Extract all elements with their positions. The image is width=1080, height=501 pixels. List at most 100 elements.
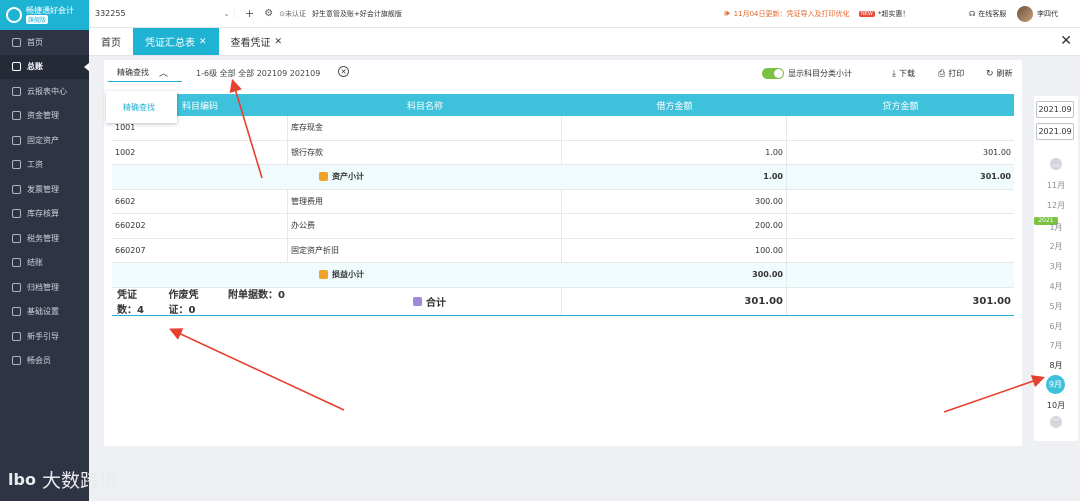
table-row[interactable]: 1001 库存现金: [112, 116, 1014, 141]
table-row[interactable]: 6602 管理费用 300.00: [112, 189, 1014, 214]
speaker-icon: 🕪: [724, 8, 730, 19]
vip-icon: [12, 356, 21, 366]
user-menu[interactable]: 李四代: [1017, 5, 1058, 22]
account-name: 库存现金: [288, 116, 562, 140]
sidebar-item-label: 库存核算: [27, 209, 59, 219]
tab-1[interactable]: 凭证汇总表 ✕: [133, 28, 219, 55]
footer-debit: 301.00: [562, 287, 787, 315]
table-header: 科目编码 科目名称 借方金额 贷方金额: [112, 94, 1014, 116]
header-debit: 借方金额: [656, 101, 693, 112]
dropdown-item-precise-search[interactable]: 精确查找: [123, 102, 155, 113]
promo-link[interactable]: 好生意管及账+好会计旗舰版: [312, 9, 402, 19]
table-row[interactable]: 660202 办公费 200.00: [112, 214, 1014, 239]
month-9[interactable]: 9月: [1046, 375, 1065, 394]
sidebar-item-asset[interactable]: 固定资产: [0, 128, 89, 153]
sidebar-item-vip[interactable]: 畅会员: [0, 349, 89, 374]
chevron-down-icon[interactable]: ﹀: [1050, 416, 1062, 428]
subtotal-icon: [319, 270, 328, 280]
funds-icon: [12, 111, 21, 121]
tab-0[interactable]: 首页: [89, 28, 133, 55]
start-period[interactable]: 2021.09: [1036, 101, 1074, 118]
month-10[interactable]: 10月: [1034, 400, 1078, 411]
tab-list: 首页 凭证汇总表 ✕ 查看凭证 ✕: [89, 28, 294, 55]
sidebar-item-home[interactable]: 首页: [0, 30, 89, 55]
subtotal-credit: 301.00: [980, 172, 1011, 182]
sidebar-item-label: 归档管理: [27, 282, 59, 292]
sidebar-item-label: 资金管理: [27, 111, 59, 121]
sidebar-item-ledger[interactable]: 总账: [0, 54, 89, 79]
sidebar-item-invoice[interactable]: 发票管理: [0, 177, 89, 202]
header-credit: 贷方金额: [882, 101, 919, 112]
month-2[interactable]: 2月: [1034, 241, 1078, 252]
month-6[interactable]: 6月: [1034, 321, 1078, 332]
home-icon: [12, 37, 21, 47]
sidebar-item-tax[interactable]: 税务管理: [0, 226, 89, 251]
salary-icon: [12, 160, 21, 170]
toggle-switch[interactable]: [762, 68, 784, 79]
total-icon: [413, 296, 422, 306]
logo-title: 畅捷通好会计: [26, 5, 74, 15]
precise-search-toggle[interactable]: 精确查找 ︿: [108, 64, 182, 82]
chevron-up-icon[interactable]: ︿: [1050, 158, 1062, 170]
download-button[interactable]: ⤓ 下载: [892, 68, 915, 79]
month-prev-0[interactable]: 11月: [1034, 180, 1078, 191]
month-8[interactable]: 8月: [1034, 360, 1078, 371]
report-toolbar: 精确查找 ︿ 1-6级 全部 全部 202109 202109 ✕ 显示科目分类…: [104, 60, 1022, 86]
refresh-button[interactable]: ↻ 刷新: [986, 68, 1013, 79]
subtotal-toggle[interactable]: 显示科目分类小计: [762, 68, 852, 79]
table-row[interactable]: 1002 银行存款 1.00 301.00: [112, 140, 1014, 165]
gear-icon[interactable]: ⚙: [264, 8, 273, 19]
update-notice[interactable]: 🕪 11月04日更新：凭证导入及打印优化: [724, 9, 850, 19]
tab-2[interactable]: 查看凭证 ✕: [219, 28, 295, 55]
sidebar-item-label: 固定资产: [27, 135, 59, 145]
credit-amount: [787, 190, 1014, 214]
company-select[interactable]: 332255 ⌄: [93, 9, 235, 18]
clear-filter-icon[interactable]: ✕: [338, 66, 349, 77]
sidebar-item-archive[interactable]: 归档管理: [0, 275, 89, 300]
sidebar-item-label: 总账: [27, 62, 43, 72]
sidebar-item-inventory[interactable]: 库存核算: [0, 202, 89, 227]
sidebar-item-funds[interactable]: 资金管理: [0, 104, 89, 129]
tab-label: 查看凭证: [230, 38, 271, 49]
credit-amount: [787, 116, 1014, 140]
header-name: 科目名称: [406, 101, 443, 112]
table-body: 1001 库存现金 1002 银行存款 1.00 301.00 资产小计 1.00 301.00…: [112, 116, 1014, 288]
month-prev-1[interactable]: 12月: [1034, 200, 1078, 211]
watermark-logo: lbo: [8, 470, 36, 489]
online-service[interactable]: ☊ 在线客服: [969, 9, 1006, 19]
unverified-status[interactable]: ⊙未认证: [279, 9, 306, 19]
month-7[interactable]: 7月: [1034, 340, 1078, 351]
subtotal-debit: 1.00: [562, 165, 787, 189]
subtotal-label: 损益小计: [332, 270, 364, 280]
app-logo[interactable]: 畅捷通好会计 旗舰版: [0, 0, 89, 30]
print-button[interactable]: ⎙ 打印: [938, 68, 964, 79]
avatar: [1017, 5, 1033, 22]
end-period[interactable]: 2021.09: [1036, 123, 1074, 140]
sidebar-item-salary[interactable]: 工资: [0, 153, 89, 178]
promo-banner[interactable]: NEW *超实惠！: [859, 9, 909, 19]
account-code: 660207: [112, 238, 288, 262]
month-1[interactable]: 1月: [1034, 222, 1078, 233]
sidebar-item-closing[interactable]: 结账: [0, 251, 89, 276]
search-dropdown: 精确查找: [106, 91, 177, 123]
logo-icon: [6, 7, 22, 23]
month-5[interactable]: 5月: [1034, 301, 1078, 312]
add-button[interactable]: +: [245, 7, 254, 20]
month-3[interactable]: 3月: [1034, 261, 1078, 272]
subtotal-row[interactable]: 损益小计 300.00: [112, 263, 1014, 288]
sidebar-item-settings[interactable]: 基础设置: [0, 300, 89, 325]
close-all-icon[interactable]: ✕: [1060, 33, 1072, 49]
chevron-up-icon: ︿: [159, 69, 169, 79]
month-4[interactable]: 4月: [1034, 281, 1078, 292]
close-icon[interactable]: ✕: [275, 37, 283, 47]
subtotal-row[interactable]: 资产小计 1.00 301.00: [112, 165, 1014, 190]
sidebar-item-report[interactable]: 云报表中心: [0, 79, 89, 104]
sidebar-item-label: 云报表中心: [27, 86, 67, 96]
period-picker: 2021.09 2021.09 ︿ 11月 12月 2021 1月 2月 3月 4月 5月 6月…: [1034, 96, 1078, 441]
voucher-count: 凭证数：4: [117, 290, 144, 316]
account-code: 6602: [112, 189, 288, 213]
sidebar-item-guide[interactable]: 新手引导: [0, 324, 89, 349]
close-icon[interactable]: ✕: [199, 37, 207, 47]
debit-amount: 1.00: [562, 140, 787, 164]
table-row[interactable]: 660207 固定资产折旧 100.00: [112, 238, 1014, 263]
